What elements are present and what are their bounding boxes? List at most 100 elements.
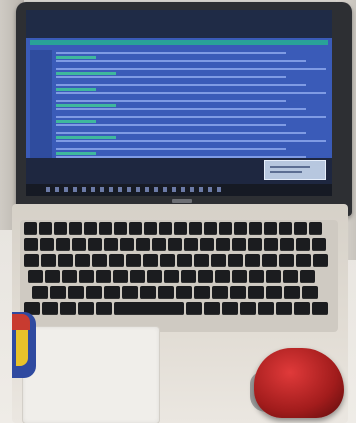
keyboard-key <box>204 222 217 235</box>
keyboard-key <box>109 254 124 267</box>
keyboard-key <box>294 222 307 235</box>
keyboard-key <box>114 302 184 315</box>
keyboard-key <box>113 270 128 283</box>
keyboard-key <box>249 270 264 283</box>
keyboard-key <box>284 286 300 299</box>
keyboard-key <box>24 222 37 235</box>
keyboard-key <box>240 302 256 315</box>
taskbar-icon <box>109 187 113 192</box>
keyboard-key <box>248 238 262 251</box>
keyboard-key <box>176 286 192 299</box>
touchpad <box>22 326 160 423</box>
keyboard-key <box>204 302 220 315</box>
keyboard-key <box>216 238 230 251</box>
screen-row-highlight <box>56 136 116 139</box>
taskbar-icon <box>154 187 158 192</box>
keyboard-key <box>50 286 66 299</box>
keyboard-key <box>58 254 73 267</box>
keyboard-key <box>194 286 210 299</box>
keyboard-key <box>54 222 67 235</box>
taskbar-icon <box>190 187 194 192</box>
keyboard-key <box>92 254 107 267</box>
keyboard <box>22 222 334 330</box>
keyboard-key <box>159 222 172 235</box>
keyboard-key <box>62 270 77 283</box>
keyboard-key <box>249 222 262 235</box>
keyboard-key <box>39 222 52 235</box>
keyboard-key <box>42 302 58 315</box>
screen-accent-strip <box>30 40 328 45</box>
screen-row-highlight <box>56 72 116 75</box>
keyboard-key <box>122 286 138 299</box>
taskbar-icon <box>55 187 59 192</box>
keyboard-key <box>84 222 97 235</box>
keyboard-key <box>181 270 196 283</box>
screen-row-highlight <box>56 120 96 123</box>
keyboard-key <box>75 254 90 267</box>
keyboard-key <box>28 270 43 283</box>
screen-row <box>56 124 286 126</box>
taskbar-icon <box>118 187 122 192</box>
keyboard-key <box>56 238 70 251</box>
keyboard-key <box>280 238 294 251</box>
keyboard-key <box>104 238 118 251</box>
keyboard-key <box>309 222 322 235</box>
keyboard-key <box>264 238 278 251</box>
screen-row <box>56 100 286 102</box>
keyboard-key <box>230 286 246 299</box>
notification-popup <box>264 160 326 180</box>
keyboard-key <box>86 286 102 299</box>
keyboard-key <box>143 254 158 267</box>
taskbar-icon <box>217 187 221 192</box>
keyboard-key <box>96 270 111 283</box>
photo-scene <box>0 0 356 423</box>
keyboard-key <box>126 254 141 267</box>
keyboard-key <box>40 238 54 251</box>
keyboard-key <box>177 254 192 267</box>
keyboard-key <box>200 238 214 251</box>
keyboard-key <box>120 238 134 251</box>
taskbar-icon <box>181 187 185 192</box>
keyboard-key <box>245 254 260 267</box>
keyboard-key <box>140 286 156 299</box>
laptop-logo-icon <box>172 199 192 203</box>
keyboard-key <box>32 286 48 299</box>
keyboard-key <box>168 238 182 251</box>
keyboard-key <box>158 286 174 299</box>
keyboard-key <box>136 238 150 251</box>
keyboard-key <box>72 238 86 251</box>
taskbar-icon <box>127 187 131 192</box>
keyboard-key <box>41 254 56 267</box>
laptop-screen <box>26 10 332 196</box>
keyboard-key <box>211 254 226 267</box>
keyboard-key <box>96 302 112 315</box>
screen-row <box>56 60 306 62</box>
taskbar-icon <box>91 187 95 192</box>
keyboard-key <box>160 254 175 267</box>
taskbar-icon <box>46 187 50 192</box>
keyboard-key <box>219 222 232 235</box>
keyboard-key <box>302 286 318 299</box>
keyboard-key <box>24 254 39 267</box>
keyboard-key <box>264 222 277 235</box>
keyboard-key <box>24 238 38 251</box>
keyboard-key <box>248 286 264 299</box>
screen-row <box>56 132 306 134</box>
screen-row <box>56 108 306 110</box>
keyboard-key <box>234 222 247 235</box>
keyboard-key <box>215 270 230 283</box>
keyboard-key <box>258 302 274 315</box>
keyboard-key <box>147 270 162 283</box>
keyboard-key <box>78 302 94 315</box>
keyboard-key <box>266 270 281 283</box>
keyboard-key <box>266 286 282 299</box>
taskbar-icon <box>199 187 203 192</box>
keyboard-key <box>79 270 94 283</box>
keyboard-key <box>194 254 209 267</box>
keyboard-key <box>312 238 326 251</box>
screen-row-highlight <box>56 88 96 91</box>
screen-row <box>56 76 286 78</box>
keyboard-key <box>60 302 76 315</box>
keyboard-key <box>152 238 166 251</box>
keyboard-key <box>198 270 213 283</box>
